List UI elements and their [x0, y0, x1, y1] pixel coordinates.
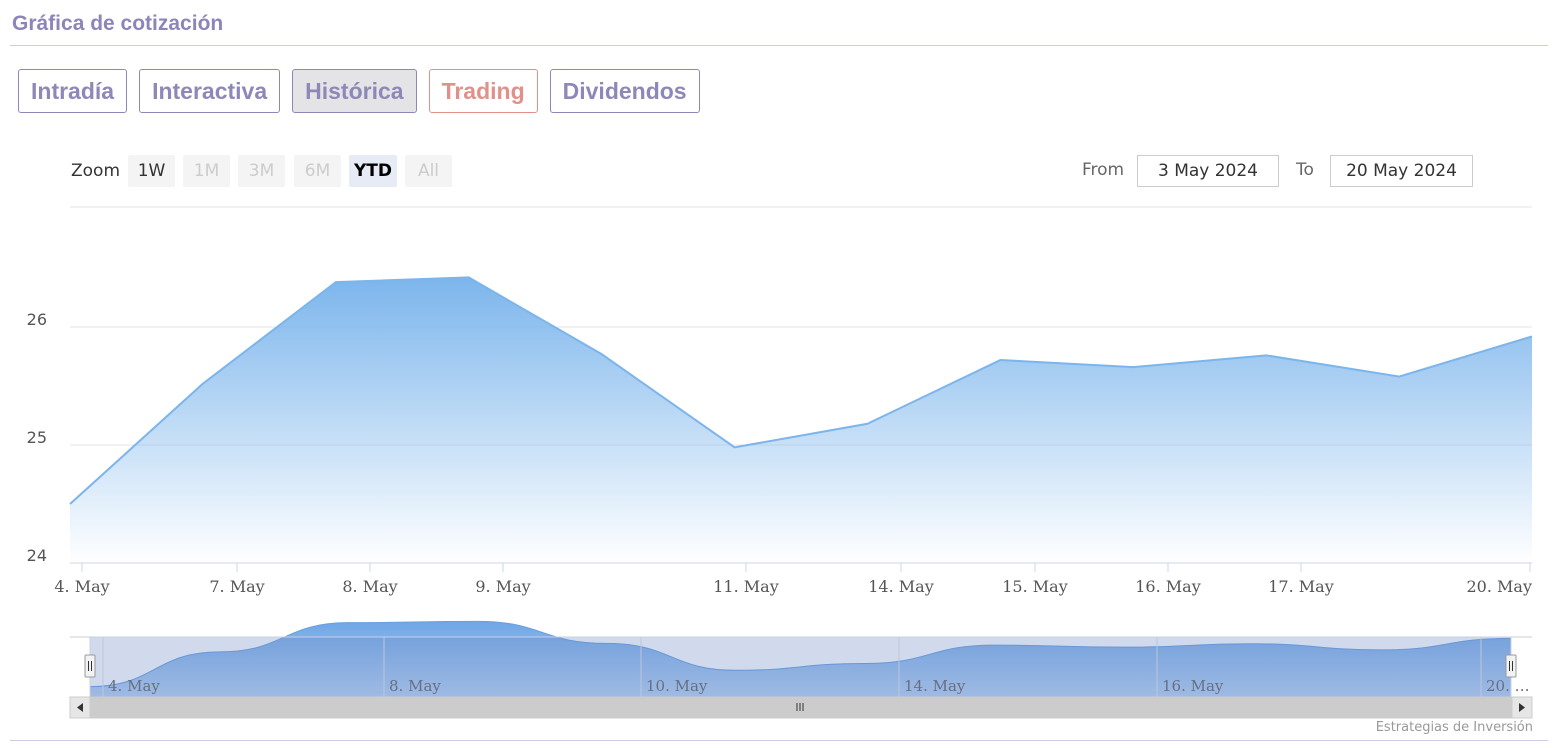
x-tick-label: 17. May — [1268, 577, 1334, 596]
x-tick-label: 20. May — [1467, 577, 1533, 596]
navigator-scrollbar[interactable] — [69, 696, 1533, 719]
navigator-window — [89, 636, 1512, 698]
y-tick-label: 26 — [27, 310, 47, 329]
handle-body — [84, 654, 96, 678]
price-chart: 24 25 26 4. May 7. May 8. May 9. May 11. May 14.… — [27, 206, 1533, 719]
x-tick-label: 15. May — [1002, 577, 1068, 596]
y-tick-label: 24 — [27, 546, 47, 565]
bottom-divider — [10, 740, 1548, 741]
x-tick-label: 4. May — [54, 577, 109, 596]
scroll-left-button[interactable] — [69, 696, 91, 719]
navigator: 4. May8. May10. May14. May16. May20. … — [69, 620, 1533, 719]
scroll-right-button[interactable] — [1511, 696, 1533, 719]
main-plot: 24 25 26 4. May 7. May 8. May 9. May 11. May 14.… — [27, 206, 1533, 596]
x-tick-label: 16. May — [1135, 577, 1201, 596]
x-tick-label: 7. May — [209, 577, 264, 596]
navigator-right-handle[interactable] — [1505, 654, 1517, 678]
navigator-left-handle[interactable] — [84, 654, 96, 678]
x-tick-label: 8. May — [342, 577, 397, 596]
x-tick-label: 14. May — [868, 577, 934, 596]
credits-label: Estrategias de Inversión — [1375, 720, 1533, 735]
series-area — [70, 277, 1532, 563]
y-tick-label: 25 — [27, 428, 47, 447]
x-tick-label: 11. May — [713, 577, 779, 596]
x-tick-label: 9. May — [475, 577, 530, 596]
handle-body — [1505, 654, 1517, 678]
